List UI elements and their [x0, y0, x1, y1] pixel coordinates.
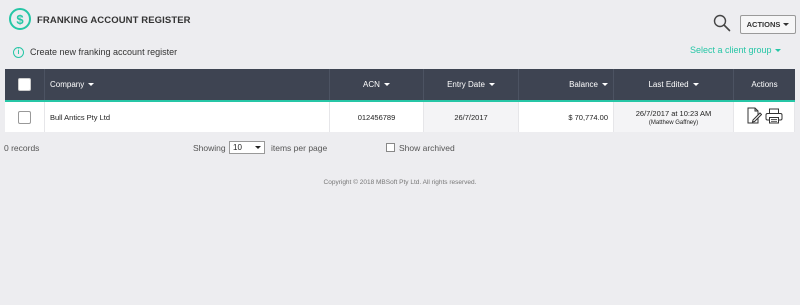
records-count: 0 records: [4, 143, 40, 153]
column-header-acn[interactable]: ACN: [330, 69, 424, 100]
column-label: ACN: [363, 80, 380, 89]
acn-cell: 012456789: [330, 102, 424, 132]
table-header: Company ACN Entry Date Balance Last Edit…: [5, 69, 795, 102]
select-all-checkbox[interactable]: [18, 78, 31, 91]
show-archived-checkbox[interactable]: [386, 143, 395, 152]
per-page-value: 10: [233, 143, 242, 152]
client-group-label: Select a client group: [690, 45, 772, 55]
column-header-company[interactable]: Company: [45, 69, 330, 100]
table-row[interactable]: Bull Antics Pty Ltd 012456789 26/7/2017 …: [5, 102, 795, 132]
column-label: Company: [50, 80, 85, 89]
entry-date-cell: 26/7/2017: [424, 102, 519, 132]
register-table: Company ACN Entry Date Balance Last Edit…: [5, 69, 795, 132]
column-header-balance[interactable]: Balance: [519, 69, 614, 100]
column-label: Last Edited: [648, 80, 689, 89]
caret-down-icon: [774, 48, 781, 52]
table-body: Bull Antics Pty Ltd 012456789 26/7/2017 …: [5, 102, 795, 132]
create-register-link[interactable]: i Create new franking account register: [13, 45, 177, 59]
client-group-dropdown[interactable]: Select a client group: [690, 45, 781, 55]
actions-dropdown-button[interactable]: ACTIONS: [740, 15, 796, 34]
items-per-page-select[interactable]: 10: [229, 141, 265, 154]
edited-by: (Matthew Gaffney): [648, 119, 699, 126]
copyright-text: Copyright © 2018 MBSoft Pty Ltd. All rig…: [323, 179, 477, 186]
edit-icon[interactable]: [746, 107, 762, 127]
showing-label: Showing: [193, 143, 226, 153]
create-register-label: Create new franking account register: [30, 47, 178, 57]
column-header-last-edited[interactable]: Last Edited: [614, 69, 734, 100]
caret-down-icon: [783, 23, 790, 26]
caret-down-icon: [255, 146, 261, 149]
select-all-cell: [5, 69, 45, 100]
last-edited-cell: 26/7/2017 at 10:23 AM (Matthew Gaffney): [614, 102, 734, 132]
print-icon[interactable]: [765, 108, 783, 126]
row-select-cell: [5, 102, 45, 132]
page-header: $ FRANKING ACCOUNT REGISTER ACTIONS: [0, 0, 800, 42]
search-icon[interactable]: [713, 14, 731, 32]
items-per-page-label: items per page: [271, 143, 328, 153]
last-edited-date: 26/7/2017 at 10:23 AM: [635, 108, 712, 118]
actions-label: ACTIONS: [746, 20, 781, 29]
sort-caret-icon: [383, 83, 390, 86]
dollar-logo-icon: $: [9, 8, 31, 30]
sort-caret-icon: [88, 83, 95, 86]
actions-cell: [734, 102, 795, 132]
column-header-actions: Actions: [734, 69, 795, 100]
table-footer: 0 records Showing 10 items per page Show…: [0, 141, 800, 155]
row-checkbox[interactable]: [18, 110, 31, 124]
page-title: FRANKING ACCOUNT REGISTER: [37, 15, 191, 26]
column-label: Balance: [569, 80, 598, 89]
sort-caret-icon: [488, 83, 495, 86]
column-label: Entry Date: [447, 80, 485, 89]
sort-caret-icon: [692, 83, 699, 86]
balance-cell: $ 70,774.00: [519, 102, 614, 132]
column-header-entry-date[interactable]: Entry Date: [424, 69, 519, 100]
company-cell: Bull Antics Pty Ltd: [45, 102, 330, 132]
sort-caret-icon: [602, 83, 608, 86]
show-archived-label[interactable]: Show archived: [399, 143, 455, 153]
column-label: Actions: [751, 80, 778, 89]
info-icon: i: [13, 46, 24, 58]
